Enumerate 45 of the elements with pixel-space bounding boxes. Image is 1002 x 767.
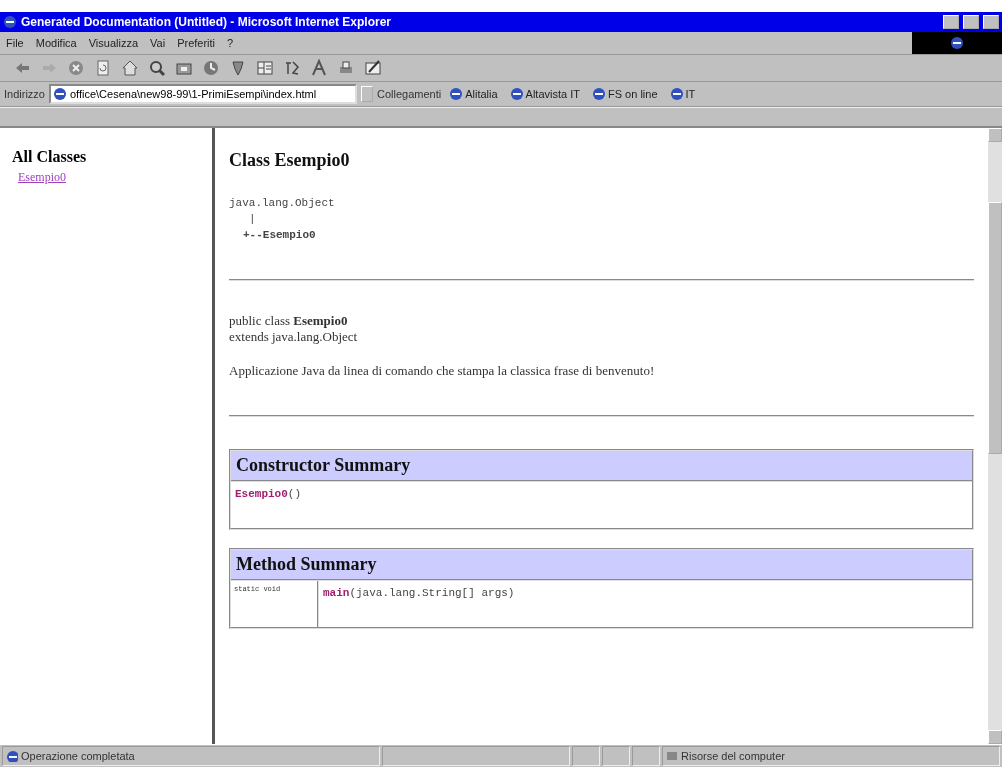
links-label: Collegamenti [376,88,442,100]
status-zone: Risorse del computer [681,750,785,762]
scroll-down-button[interactable] [988,730,1002,744]
table-cell-text: Esempio0() [234,487,302,502]
menu-item[interactable]: Modifica [29,37,83,49]
address-label: Indirizzo [4,88,45,100]
minimize-button[interactable] [943,15,959,29]
scroll-thumb[interactable] [988,202,1002,454]
sidebar-heading: All Classes [12,148,88,166]
status-message: Operazione completata [21,750,135,762]
menu-item[interactable]: ? [221,37,240,49]
status-panel [572,746,600,766]
computer-icon [666,750,678,762]
address-field[interactable]: office\Cesena\new98-99\1-PrimiEsempi\index.html [48,84,357,104]
menu-item[interactable]: Preferiti [171,37,222,49]
class-title: Class Esempio0 [229,150,351,171]
hierarchy-line: | [248,212,257,227]
menu-item[interactable]: File [0,37,30,49]
link-button[interactable]: Altavista IT [505,87,584,101]
hierarchy-line: +--Esempio0 [242,228,317,243]
dropdown-button[interactable] [360,86,373,102]
hierarchy-line: java.lang.Object [229,196,336,211]
browser-icon [950,36,964,50]
scroll-up-button[interactable] [988,128,1002,142]
link-button[interactable]: FS on line [588,87,662,101]
link-button[interactable]: IT [665,87,700,101]
method-link[interactable]: main [323,587,350,599]
constructor-link[interactable]: Esempio0 [235,488,288,500]
status-panel [632,746,660,766]
class-link[interactable]: Esempio0 [18,170,66,185]
declaration-line: public class Esempio0 [229,313,349,329]
table-cell-text: main(java.lang.String[] args) [322,586,516,601]
class-description: Applicazione Java da linea di comando che stampa la classica frase di benvenuto! [229,363,656,379]
status-panel [602,746,630,766]
menu-item[interactable]: Visualizza [82,37,145,49]
close-button[interactable] [983,15,999,29]
scrollbar[interactable] [988,128,1002,744]
menu-item[interactable]: Vai [144,37,172,49]
browser-icon [3,15,17,29]
table-header: Method Summary [231,550,972,581]
maximize-button[interactable] [963,15,979,29]
window-title: Generated Documentation (Untitled) - Microsoft Internet Explorer [21,15,393,29]
declaration-line: extends java.lang.Object [229,329,359,345]
table-header: Constructor Summary [231,451,972,482]
link-button[interactable]: Alitalia [445,87,502,101]
